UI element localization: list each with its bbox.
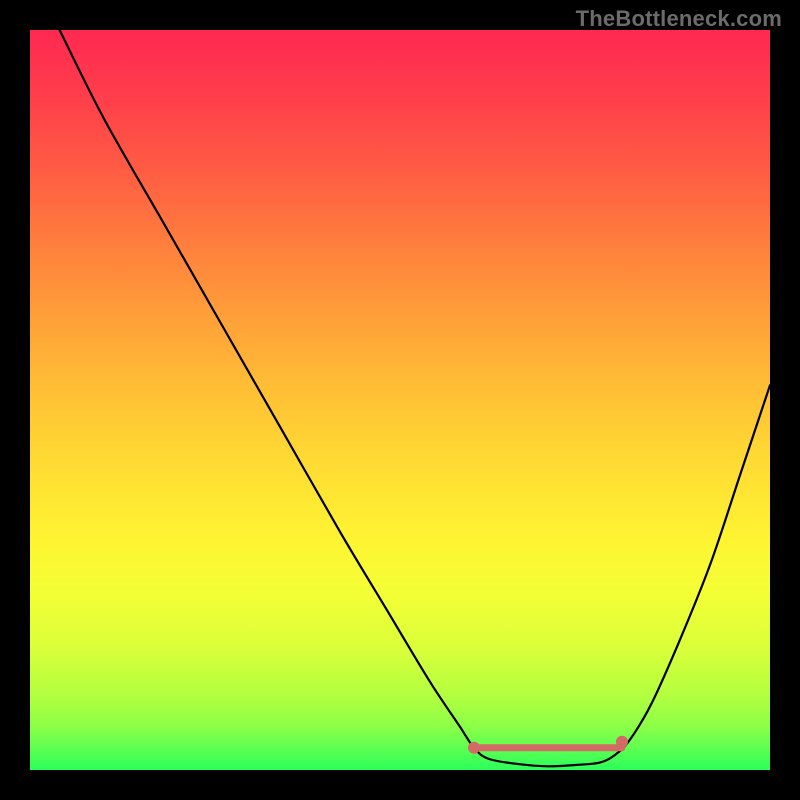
chart-frame: TheBottleneck.com bbox=[0, 0, 800, 800]
plot-background-gradient bbox=[30, 30, 770, 770]
watermark-text: TheBottleneck.com bbox=[576, 6, 782, 32]
